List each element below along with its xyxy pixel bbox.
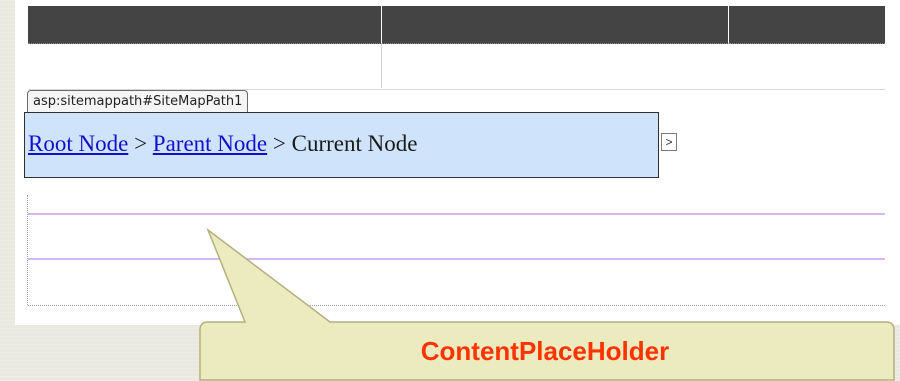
callout-label: ContentPlaceHolder bbox=[420, 336, 670, 366]
